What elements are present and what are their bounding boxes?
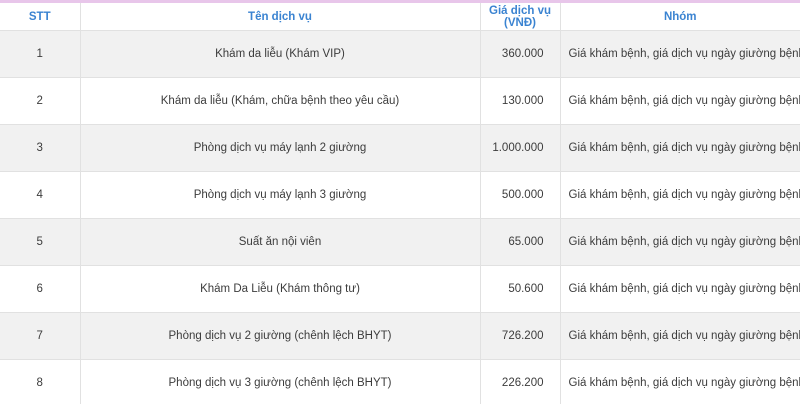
cell-service-name: Phòng dịch vụ 2 giường (chênh lệch BHYT) <box>79 312 481 360</box>
cell-service-name: Suất ăn nội viên <box>79 218 481 266</box>
cell-group: Giá khám bệnh, giá dịch vụ ngày giường b… <box>559 124 800 172</box>
cell-group: Giá khám bệnh, giá dịch vụ ngày giường b… <box>559 312 800 360</box>
cell-price: 1.000.000 <box>479 124 561 172</box>
header-price-line2: (VNĐ) <box>504 16 536 29</box>
header-price-line1: Giá dịch vụ <box>489 4 551 17</box>
cell-service-name: Phòng dịch vụ 3 giường (chênh lệch BHYT) <box>79 359 481 404</box>
header-stt: STT <box>0 3 81 31</box>
table-row: 2 Khám da liễu (Khám, chữa bệnh theo yêu… <box>0 77 800 125</box>
cell-service-name: Phòng dịch vụ máy lạnh 2 giường <box>79 124 481 172</box>
table-row: 1 Khám da liễu (Khám VIP) 360.000 Giá kh… <box>0 30 800 78</box>
cell-service-name: Khám da liễu (Khám VIP) <box>79 30 481 78</box>
table-header-row: STT Tên dịch vụ Giá dịch vụ (VNĐ) Nhóm <box>0 3 800 31</box>
cell-group: Giá khám bệnh, giá dịch vụ ngày giường b… <box>559 218 800 266</box>
header-group: Nhóm <box>559 3 800 31</box>
table-row: 3 Phòng dịch vụ máy lạnh 2 giường 1.000.… <box>0 124 800 172</box>
cell-price: 726.200 <box>479 312 561 360</box>
table-row: 5 Suất ăn nội viên 65.000 Giá khám bệnh,… <box>0 218 800 266</box>
cell-service-name: Phòng dịch vụ máy lạnh 3 giường <box>79 171 481 219</box>
cell-price: 226.200 <box>479 359 561 404</box>
cell-service-name: Khám da liễu (Khám, chữa bệnh theo yêu c… <box>79 77 481 125</box>
cell-group: Giá khám bệnh, giá dịch vụ ngày giường b… <box>559 77 800 125</box>
table-row: 4 Phòng dịch vụ máy lạnh 3 giường 500.00… <box>0 171 800 219</box>
cell-stt: 3 <box>0 124 81 172</box>
table-row: 8 Phòng dịch vụ 3 giường (chênh lệch BHY… <box>0 359 800 404</box>
cell-price: 50.600 <box>479 265 561 313</box>
cell-stt: 8 <box>0 359 81 404</box>
cell-price: 130.000 <box>479 77 561 125</box>
table-row: 7 Phòng dịch vụ 2 giường (chênh lệch BHY… <box>0 312 800 360</box>
header-service-name: Tên dịch vụ <box>79 3 481 31</box>
cell-group: Giá khám bệnh, giá dịch vụ ngày giường b… <box>559 265 800 313</box>
cell-stt: 4 <box>0 171 81 219</box>
cell-price: 360.000 <box>479 30 561 78</box>
header-price: Giá dịch vụ (VNĐ) <box>479 3 561 31</box>
cell-group: Giá khám bệnh, giá dịch vụ ngày giường b… <box>559 359 800 404</box>
cell-group: Giá khám bệnh, giá dịch vụ ngày giường b… <box>559 171 800 219</box>
table-row: 6 Khám Da Liễu (Khám thông tư) 50.600 Gi… <box>0 265 800 313</box>
cell-stt: 7 <box>0 312 81 360</box>
cell-service-name: Khám Da Liễu (Khám thông tư) <box>79 265 481 313</box>
cell-stt: 2 <box>0 77 81 125</box>
cell-stt: 5 <box>0 218 81 266</box>
cell-stt: 1 <box>0 30 81 78</box>
cell-price: 65.000 <box>479 218 561 266</box>
service-price-table: STT Tên dịch vụ Giá dịch vụ (VNĐ) Nhóm 1 … <box>0 3 800 404</box>
cell-price: 500.000 <box>479 171 561 219</box>
cell-stt: 6 <box>0 265 81 313</box>
cell-group: Giá khám bệnh, giá dịch vụ ngày giường b… <box>559 30 800 78</box>
